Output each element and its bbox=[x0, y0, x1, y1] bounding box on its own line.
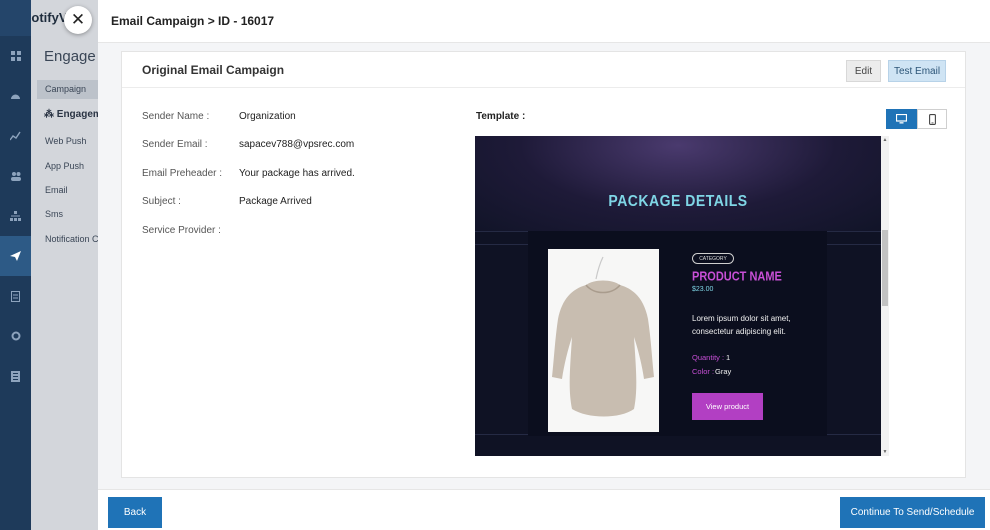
mobile-icon bbox=[928, 113, 936, 125]
quantity-value: 1 bbox=[726, 353, 731, 362]
dashboard-icon[interactable] bbox=[0, 76, 31, 116]
sidebar-item-app-push[interactable]: App Push bbox=[45, 161, 84, 171]
preview-heading: PACKAGE DETAILS bbox=[608, 190, 748, 210]
grid-icon[interactable] bbox=[0, 36, 31, 76]
close-icon[interactable]: ✕ bbox=[64, 6, 92, 34]
edit-button[interactable]: Edit bbox=[846, 60, 881, 82]
email-preview[interactable]: PACKAGE DETAILS CATEGORY PRODUCT NAME $2… bbox=[475, 136, 889, 456]
mobile-view-button[interactable] bbox=[917, 109, 947, 129]
gear-icon[interactable] bbox=[0, 316, 31, 356]
modal-body: Original Email Campaign Edit Test Email … bbox=[98, 43, 990, 489]
field-value: sapacev788@vpsrec.com bbox=[239, 139, 355, 150]
sidebar-heading: Engage bbox=[44, 48, 96, 65]
test-email-button[interactable]: Test Email bbox=[888, 60, 946, 82]
field-label: Sender Name : bbox=[142, 111, 210, 122]
rail-logo-area bbox=[0, 0, 31, 36]
analytics-icon[interactable] bbox=[0, 116, 31, 156]
hierarchy-icon[interactable] bbox=[0, 196, 31, 236]
product-name: PRODUCT NAME bbox=[692, 270, 782, 284]
hierarchy-small-icon: ⁂ bbox=[44, 109, 57, 120]
product-image bbox=[548, 249, 659, 432]
sidebar-item-notification[interactable]: Notification C bbox=[45, 234, 98, 244]
icon-rail bbox=[0, 0, 31, 530]
document-icon[interactable] bbox=[0, 276, 31, 316]
sidebar-item-email[interactable]: Email bbox=[45, 185, 68, 195]
field-service-provider: Service Provider : bbox=[142, 225, 239, 236]
card-title: Original Email Campaign bbox=[142, 62, 285, 77]
scroll-down-arrow-icon[interactable]: ▼ bbox=[881, 449, 889, 455]
sidebar-item-sms[interactable]: Sms bbox=[45, 209, 63, 219]
field-subject: Subject : Package Arrived bbox=[142, 196, 312, 207]
quantity-label: Quantity : bbox=[692, 353, 725, 362]
send-icon[interactable] bbox=[0, 236, 31, 276]
template-label: Template : bbox=[476, 111, 526, 122]
continue-send-schedule-button[interactable]: Continue To Send/Schedule bbox=[840, 497, 985, 528]
field-value: Package Arrived bbox=[239, 196, 312, 207]
brand-logo: NotifyV bbox=[31, 10, 68, 25]
product-description: Lorem ipsum dolor sit amet, consectetur … bbox=[692, 314, 791, 336]
campaign-card: Original Email Campaign Edit Test Email … bbox=[121, 51, 966, 478]
users-icon[interactable] bbox=[0, 156, 31, 196]
field-sender-name: Sender Name : Organization bbox=[142, 111, 296, 122]
preview-hero bbox=[475, 136, 881, 231]
field-label: Subject : bbox=[142, 196, 181, 207]
sidebar-item-web-push[interactable]: Web Push bbox=[45, 136, 86, 146]
report-icon[interactable] bbox=[0, 356, 31, 396]
field-value: Your package has arrived. bbox=[239, 168, 355, 179]
card-header: Original Email Campaign Edit Test Email bbox=[122, 52, 965, 88]
modal-title: Email Campaign > ID - 16017 bbox=[111, 14, 275, 28]
modal-header: Email Campaign > ID - 16017 bbox=[98, 0, 990, 43]
color-value: Gray bbox=[715, 367, 732, 376]
field-sender-email: Sender Email : sapacev788@vpsrec.com bbox=[142, 139, 354, 150]
scrollbar-thumb[interactable] bbox=[882, 230, 888, 306]
sidebar-group-engagement[interactable]: ⁂ Engagem bbox=[44, 109, 98, 120]
field-value: Organization bbox=[239, 111, 296, 122]
back-button[interactable]: Back bbox=[108, 497, 162, 528]
category-badge: CATEGORY bbox=[692, 253, 734, 264]
sidebar-item-campaign[interactable]: Campaign bbox=[37, 80, 98, 99]
modal-footer: Back Continue To Send/Schedule bbox=[98, 489, 990, 530]
secondary-sidebar: NotifyV Engage Campaign ⁂ Engagem Web Pu… bbox=[31, 0, 98, 530]
field-label: Service Provider : bbox=[142, 225, 221, 236]
view-product-button[interactable]: View product bbox=[692, 393, 763, 420]
field-email-preheader: Email Preheader : Your package has arriv… bbox=[142, 168, 355, 179]
product-price: $23.00 bbox=[692, 286, 714, 293]
desktop-icon bbox=[896, 114, 907, 124]
field-label: Sender Email : bbox=[142, 139, 208, 150]
email-campaign-modal: Email Campaign > ID - 16017 Original Ema… bbox=[98, 0, 990, 530]
field-label: Email Preheader : bbox=[142, 168, 223, 179]
scroll-up-arrow-icon[interactable]: ▲ bbox=[881, 137, 889, 143]
color-label: Color : bbox=[692, 367, 715, 376]
preview-scrollbar[interactable]: ▲ ▼ bbox=[881, 136, 889, 456]
desktop-view-button[interactable] bbox=[886, 109, 917, 129]
